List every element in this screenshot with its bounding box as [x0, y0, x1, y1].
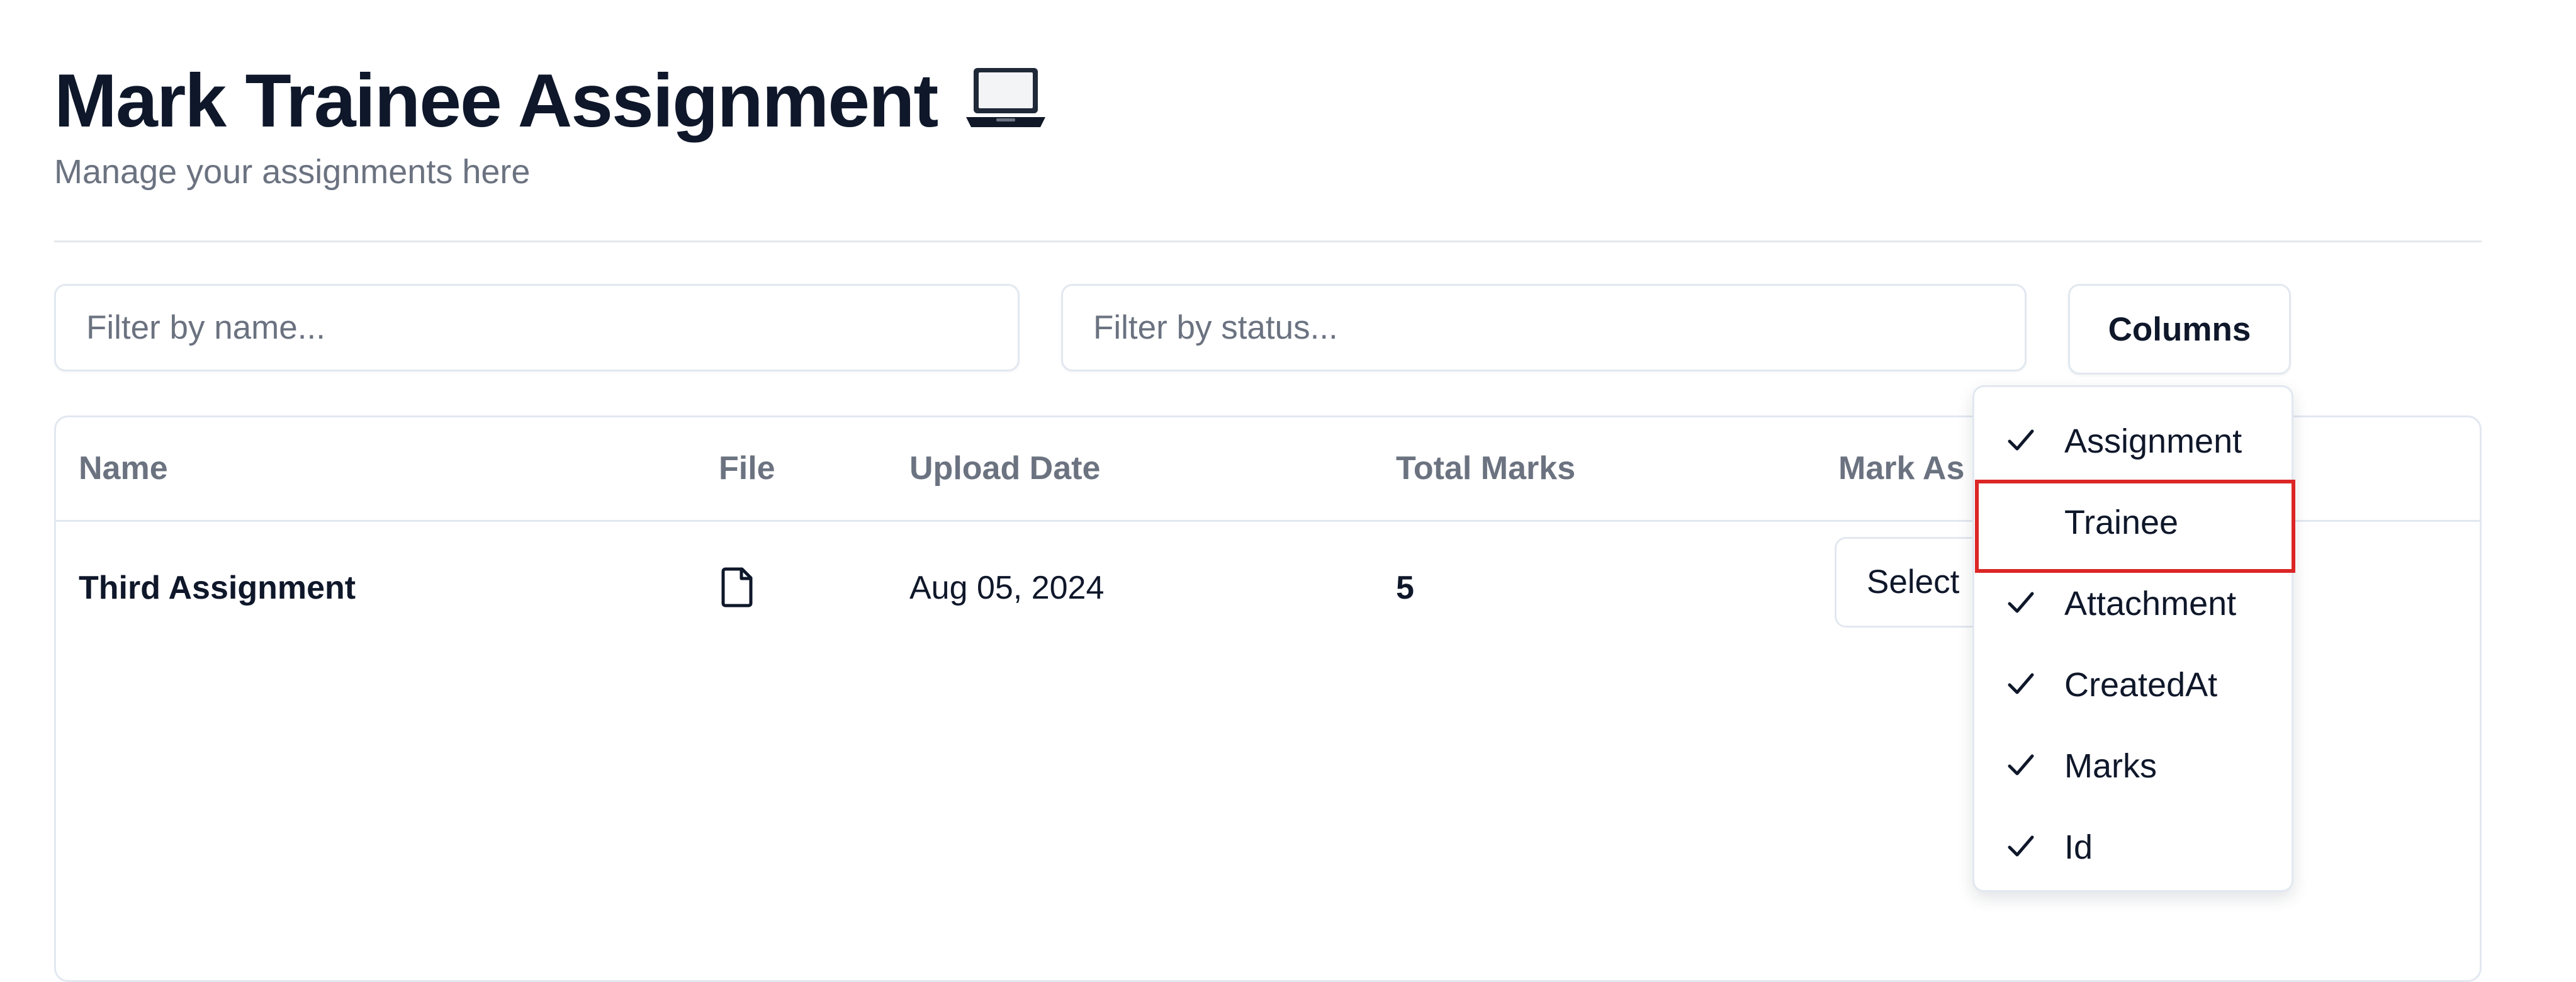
page-subtitle: Manage your assignments here: [54, 153, 531, 191]
menu-item-createdat[interactable]: CreatedAt: [1974, 645, 2292, 726]
page-header: Mark Trainee Assignment Manage your assi…: [54, 63, 1047, 191]
check-icon: [2007, 590, 2035, 615]
name-filter-input[interactable]: [54, 284, 1020, 371]
menu-item-marks[interactable]: Marks: [1974, 726, 2292, 807]
columns-button[interactable]: Columns: [2068, 284, 2291, 375]
column-header-name[interactable]: Name: [79, 417, 168, 520]
menu-item-label: Attachment: [2064, 585, 2237, 623]
check-icon: [2007, 427, 2035, 453]
column-header-upload-date[interactable]: Upload Date: [909, 417, 1100, 520]
check-icon: [2007, 833, 2035, 859]
menu-item-attachment[interactable]: Attachment: [1974, 563, 2292, 645]
menu-item-label: CreatedAt: [2064, 666, 2218, 704]
column-header-total-marks[interactable]: Total Marks: [1396, 417, 1575, 520]
title-row: Mark Trainee Assignment: [54, 63, 1047, 138]
menu-item-label: Assignment: [2064, 422, 2242, 460]
cell-total-marks: 5: [1396, 570, 1414, 606]
menu-item-id[interactable]: Id: [1974, 807, 2292, 888]
page-title: Mark Trainee Assignment: [54, 59, 938, 143]
check-icon: [2007, 752, 2035, 777]
header-divider: [54, 240, 2482, 242]
file-icon[interactable]: [718, 567, 756, 608]
menu-item-assignment[interactable]: Assignment: [1974, 401, 2292, 482]
column-header-mark-as[interactable]: Mark As: [1838, 417, 1964, 520]
cell-upload-date: Aug 05, 2024: [909, 570, 1105, 606]
check-icon: [2007, 671, 2035, 696]
status-filter-input[interactable]: [1061, 284, 2027, 371]
menu-item-label: Marks: [2064, 747, 2157, 785]
cell-assignment-name: Third Assignment: [79, 570, 356, 606]
menu-item-label: Trainee: [2064, 504, 2179, 541]
menu-item-trainee[interactable]: Trainee: [1974, 482, 2292, 563]
laptop-icon: [965, 64, 1047, 132]
column-header-file[interactable]: File: [719, 417, 775, 520]
columns-dropdown-menu: Assignment Trainee Attachment CreatedAt …: [1972, 385, 2293, 892]
menu-item-label: Id: [2064, 828, 2093, 866]
